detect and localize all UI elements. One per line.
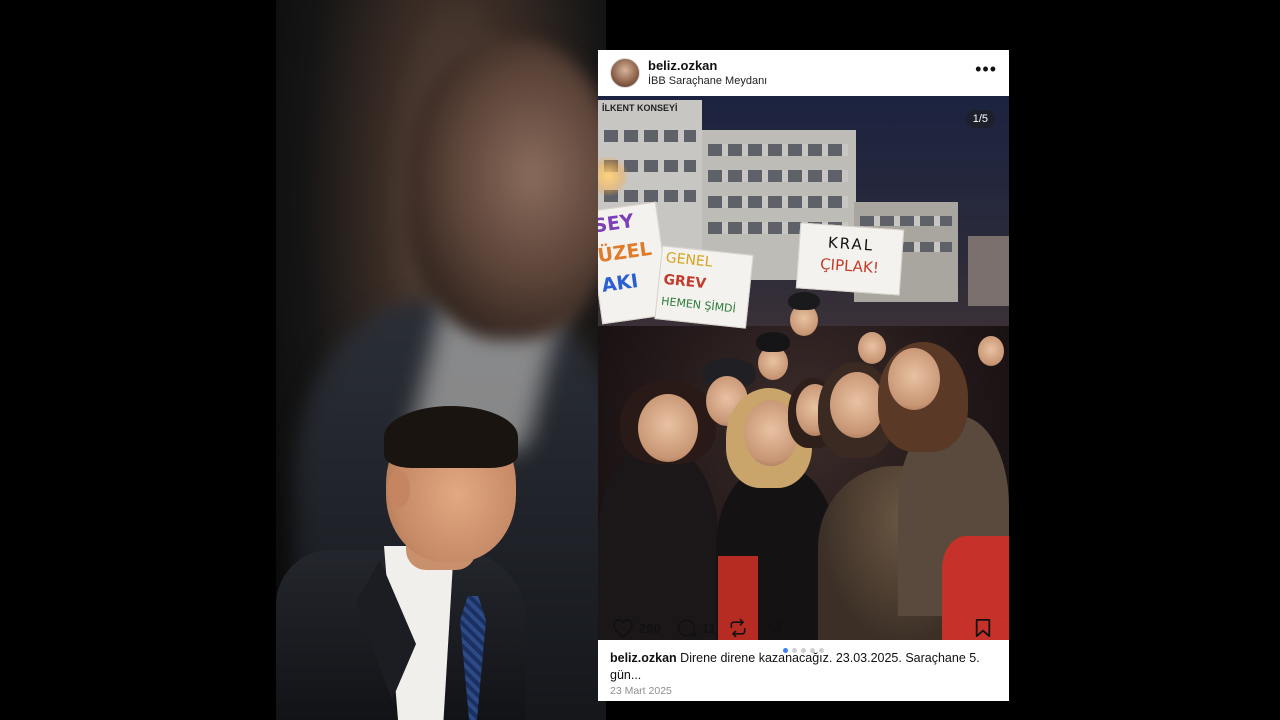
person-face — [638, 394, 698, 462]
post-caption: beliz.ozkan Direne direne kazanacağız. 2… — [610, 650, 1000, 684]
ear — [388, 470, 410, 508]
post-photo[interactable]: İLKENT KONSEYİ SEY ÜZEL AKI GENEL GREV H… — [598, 96, 1009, 640]
building-far-right — [968, 236, 1009, 306]
protest-sign-middle: GENEL GREV HEMEN ŞİMDİ — [654, 245, 754, 329]
like-count: 290 — [639, 620, 661, 636]
building-windows — [860, 216, 952, 226]
protest-sign-right: KRAL ÇIPLAK! — [795, 222, 905, 296]
person-face — [830, 372, 884, 438]
like-action[interactable]: 290 — [612, 618, 661, 638]
beanie — [756, 332, 790, 352]
post-header: beliz.ozkan İBB Saraçhane Meydanı ••• — [598, 50, 1009, 96]
post-username[interactable]: beliz.ozkan — [648, 58, 717, 73]
post-date: 23 Mart 2025 — [610, 685, 672, 697]
comment-action[interactable]: 11 — [676, 618, 716, 639]
crowd-face — [978, 336, 1004, 366]
building-windows — [708, 170, 848, 182]
comment-icon[interactable] — [676, 618, 697, 639]
building-windows — [708, 144, 848, 156]
bookmark-icon[interactable] — [974, 618, 992, 638]
building-sign: İLKENT KONSEYİ — [602, 103, 678, 113]
post-location[interactable]: İBB Saraçhane Meydanı — [648, 75, 767, 87]
photo-counter: 1/5 — [965, 110, 995, 128]
repost-icon[interactable] — [728, 618, 748, 638]
beanie — [788, 292, 820, 310]
person-face — [888, 348, 940, 410]
repost-action[interactable] — [728, 618, 748, 638]
more-options-icon[interactable]: ••• — [975, 60, 997, 78]
crowd-face — [858, 332, 886, 364]
building-windows — [708, 196, 848, 208]
user-avatar[interactable] — [610, 58, 640, 88]
heart-icon[interactable] — [612, 618, 634, 638]
share-action[interactable] — [764, 618, 785, 638]
person-coat — [598, 446, 718, 640]
post-actions: 290 11 — [598, 616, 1009, 644]
comment-count: 11 — [702, 621, 716, 636]
foreground-man-portrait — [276, 400, 546, 720]
building-windows — [604, 130, 696, 142]
send-icon[interactable] — [764, 618, 785, 638]
blurred-head — [406, 40, 606, 340]
instagram-post-card: beliz.ozkan İBB Saraçhane Meydanı ••• İL… — [598, 50, 1009, 701]
save-action[interactable] — [974, 618, 992, 638]
caption-username[interactable]: beliz.ozkan — [610, 651, 677, 665]
hair — [384, 406, 518, 468]
